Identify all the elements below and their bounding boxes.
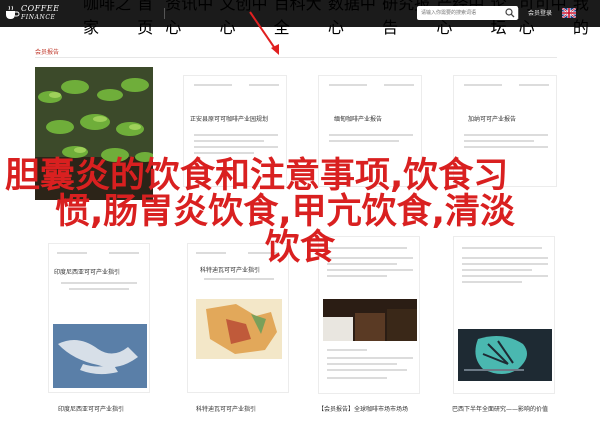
section-divider (35, 57, 557, 58)
search-input[interactable] (421, 7, 505, 19)
text-line (462, 263, 548, 265)
logo-text-bottom: FINANCE (21, 14, 56, 21)
text-line (57, 252, 87, 254)
text-line (194, 140, 264, 142)
text-line (384, 84, 414, 86)
text-line (462, 247, 542, 249)
uk-flag-icon[interactable] (562, 8, 576, 18)
text-line (464, 134, 548, 136)
text-line (327, 247, 407, 249)
report-title[interactable]: 加纳可可产业报告 (468, 114, 516, 123)
text-line (327, 275, 387, 277)
coffee-beans-image (323, 299, 417, 341)
card-caption[interactable]: 【会员报告】全球咖啡市场市场场 (318, 404, 408, 413)
top-navigation-bar: COFFEE FINANCE 咖啡之家 首页 资讯中心 文创中心 百科大全 数据… (0, 0, 600, 37)
text-line (327, 377, 387, 379)
text-line (462, 275, 548, 277)
text-line (194, 84, 232, 86)
nav-item-data[interactable]: 数据中心 (328, 0, 382, 37)
text-line (464, 140, 534, 142)
search-box[interactable] (417, 6, 518, 20)
site-logo[interactable]: COFFEE FINANCE (4, 2, 62, 24)
text-line (61, 282, 137, 284)
text-line (194, 146, 278, 148)
card-caption[interactable]: 印度尼西亚可可产业指引 (58, 404, 124, 413)
nav-item-home-brand[interactable]: 咖啡之家 (83, 0, 137, 37)
text-line (464, 84, 502, 86)
card-caption[interactable]: 巴西下半年全面研究——影响的价值 (452, 404, 548, 413)
card-caption[interactable]: 科特迪瓦可可产业指引 (196, 404, 256, 413)
headline-line-2: 惯,肠胃炎饮食,甲亢饮食,清淡 (55, 192, 515, 232)
text-line (194, 152, 254, 154)
text-line (249, 84, 279, 86)
text-line (327, 269, 413, 271)
text-line (464, 146, 548, 148)
text-line (194, 134, 278, 136)
text-line (327, 349, 367, 351)
report-card[interactable] (48, 243, 150, 393)
text-line (196, 252, 226, 254)
text-line (327, 363, 397, 365)
text-line (204, 278, 274, 280)
text-line (462, 257, 548, 259)
nav-item-home[interactable]: 首页 (137, 0, 164, 37)
text-line (462, 269, 532, 271)
report-card[interactable] (453, 236, 555, 394)
login-link[interactable]: 会员登录 (528, 0, 552, 27)
text-line (327, 263, 397, 265)
text-line (109, 252, 139, 254)
search-icon[interactable] (505, 8, 515, 18)
headline-line-3: 饮食 (265, 228, 336, 268)
coffee-cup-icon (6, 5, 20, 19)
text-line (519, 84, 549, 86)
report-title[interactable]: 科特迪瓦可可产业指引 (200, 265, 260, 274)
main-nav: 咖啡之家 首页 资讯中心 文创中心 百科大全 数据中心 研究报告 产经中心 论坛… (83, 0, 600, 37)
report-title[interactable]: 印度尼西亚可可产业指引 (54, 267, 120, 276)
text-line (327, 369, 407, 371)
nav-item-news[interactable]: 资讯中心 (165, 0, 219, 37)
indonesia-map-image (53, 324, 147, 388)
section-title: 会员报告 (35, 49, 60, 56)
text-line (329, 84, 367, 86)
text-line (329, 140, 399, 142)
headline-line-1: 胆囊炎的饮食和注意事项,饮食习 (5, 156, 509, 196)
report-title[interactable]: 缅甸咖啡产业报告 (334, 114, 382, 123)
text-line (462, 281, 522, 283)
brazil-cover-image (458, 329, 552, 381)
text-line (329, 134, 413, 136)
cote-divoire-map-image (196, 299, 282, 359)
logo-text-top: COFFEE (21, 4, 60, 13)
red-arrow-annotation (249, 11, 279, 55)
text-line (327, 357, 413, 359)
text-line (327, 257, 413, 259)
nav-item-mine[interactable]: 我的 (573, 0, 600, 37)
text-line (69, 288, 129, 290)
report-title[interactable]: 正安县原可可咖啡产业园规划 (190, 114, 268, 123)
